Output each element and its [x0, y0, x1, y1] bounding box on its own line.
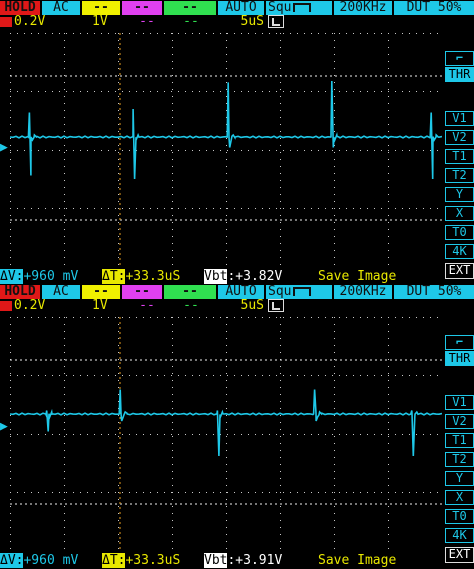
channel-yellow-indicator[interactable]: --: [82, 285, 120, 299]
channel-magenta-indicator[interactable]: --: [122, 1, 162, 15]
status-bar: ΔV:+960 mV ΔT:+33.3uS Vbt:+3.82V Save Im…: [0, 269, 474, 285]
channel-color-swatch: [0, 301, 12, 311]
duty-cycle[interactable]: DUT 50%: [394, 1, 474, 15]
side-button-y[interactable]: Y: [445, 471, 474, 486]
trigger-edge-icon[interactable]: [268, 15, 284, 28]
volts-per-division[interactable]: 0.2V: [14, 15, 80, 29]
square-wave-icon: [293, 287, 312, 296]
hold-status[interactable]: HOLD: [0, 1, 40, 15]
signal-trace: [10, 80, 442, 180]
green-scale: --: [183, 299, 199, 313]
side-button-t1[interactable]: T1: [445, 433, 474, 448]
delta-time[interactable]: ΔT:+33.3uS: [102, 269, 198, 284]
secondary-volts-per-division[interactable]: 1V: [92, 15, 132, 29]
magenta-scale: --: [139, 15, 155, 29]
secondary-volts-per-division[interactable]: 1V: [92, 299, 132, 313]
side-button-4k[interactable]: 4K: [445, 528, 474, 543]
delta-voltage[interactable]: ΔV:+960 mV: [0, 553, 96, 568]
side-button-t2[interactable]: T2: [445, 168, 474, 183]
time-per-division[interactable]: 5uS: [220, 15, 264, 29]
time-per-division[interactable]: 5uS: [220, 299, 264, 313]
waveform-generator[interactable]: Squ: [266, 1, 332, 15]
side-button-thr[interactable]: THR: [445, 67, 474, 82]
side-button-v2[interactable]: V2: [445, 414, 474, 429]
save-image-button[interactable]: Save Image: [318, 270, 418, 284]
side-button-t0[interactable]: T0: [445, 509, 474, 524]
battery-voltage: Vbt:+3.82V: [204, 269, 283, 284]
trigger-mode[interactable]: AUTO: [218, 285, 264, 299]
channel-magenta-indicator[interactable]: --: [122, 285, 162, 299]
side-button-v2[interactable]: V2: [445, 130, 474, 145]
channel-yellow-indicator[interactable]: --: [82, 1, 120, 15]
trigger-mode[interactable]: AUTO: [218, 1, 264, 15]
waveform-generator[interactable]: Squ: [266, 285, 332, 299]
waveform-grid: [10, 33, 442, 266]
side-button-t1[interactable]: T1: [445, 149, 474, 164]
save-image-button[interactable]: Save Image: [318, 554, 418, 568]
magenta-scale: --: [139, 299, 155, 313]
side-button-t2[interactable]: T2: [445, 452, 474, 467]
channel-color-swatch: [0, 17, 12, 27]
generator-frequency[interactable]: 200KHz: [334, 1, 392, 15]
delta-voltage[interactable]: ΔV:+960 mV: [0, 269, 96, 284]
status-bar: ΔV:+960 mV ΔT:+33.3uS Vbt:+3.91V Save Im…: [0, 553, 474, 569]
side-button-x[interactable]: X: [445, 206, 474, 221]
side-button-thr[interactable]: THR: [445, 351, 474, 366]
coupling-mode[interactable]: AC: [42, 1, 80, 15]
scope-screen-bottom: HOLD AC -- -- -- AUTO Squ 200KHz DUT 50%…: [0, 284, 474, 569]
side-button-y[interactable]: Y: [445, 187, 474, 202]
waveform-grid: [10, 317, 442, 550]
delta-time[interactable]: ΔT:+33.3uS: [102, 553, 198, 568]
side-button-v1[interactable]: V1: [445, 395, 474, 410]
side-button-4k[interactable]: 4K: [445, 244, 474, 259]
waveform-label: Squ: [268, 1, 292, 15]
channel-green-indicator[interactable]: --: [164, 1, 216, 15]
waveform-label: Squ: [268, 285, 292, 299]
side-button-v1[interactable]: V1: [445, 111, 474, 126]
battery-voltage: Vbt:+3.91V: [204, 553, 283, 568]
scope-screen-top: HOLD AC -- -- -- AUTO Squ 200KHz DUT 50%…: [0, 0, 474, 285]
trigger-edge-button-icon[interactable]: ⌐: [445, 51, 474, 66]
hold-status[interactable]: HOLD: [0, 285, 40, 299]
trigger-edge-icon[interactable]: [268, 299, 284, 312]
generator-frequency[interactable]: 200KHz: [334, 285, 392, 299]
square-wave-icon: [293, 3, 312, 12]
green-scale: --: [183, 15, 199, 29]
trigger-edge-button-icon[interactable]: ⌐: [445, 335, 474, 350]
channel-green-indicator[interactable]: --: [164, 285, 216, 299]
duty-cycle[interactable]: DUT 50%: [394, 285, 474, 299]
coupling-mode[interactable]: AC: [42, 285, 80, 299]
side-button-x[interactable]: X: [445, 490, 474, 505]
volts-per-division[interactable]: 0.2V: [14, 299, 80, 313]
side-button-t0[interactable]: T0: [445, 225, 474, 240]
